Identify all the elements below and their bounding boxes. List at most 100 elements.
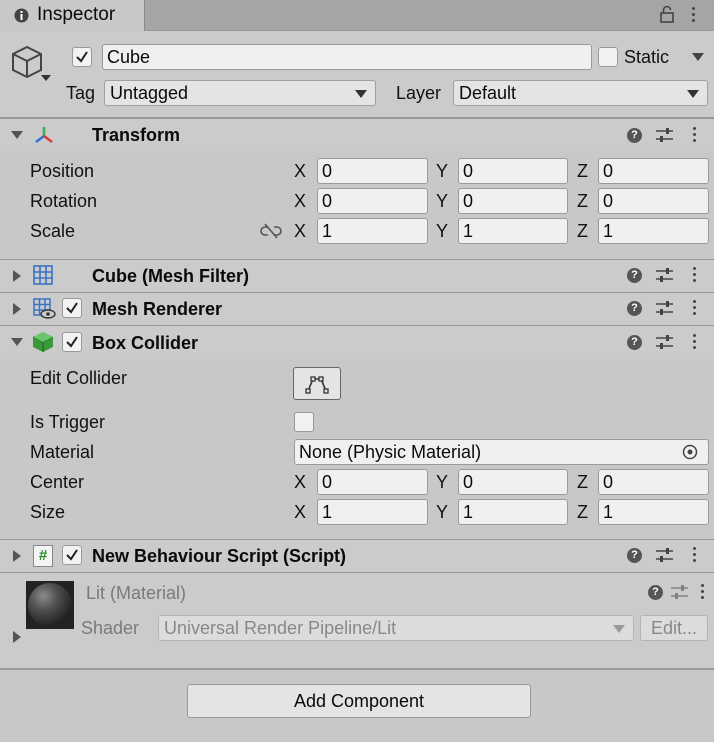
mesh-renderer-header[interactable]: Mesh Renderer ? (0, 292, 714, 325)
foldout-collapsed-icon[interactable] (13, 550, 21, 562)
center-z-field[interactable]: 0 (598, 469, 709, 495)
mesh-filter-header[interactable]: Cube (Mesh Filter) ? (0, 259, 714, 292)
tag-label: Tag (66, 83, 96, 103)
presets-icon[interactable] (656, 267, 673, 283)
axis-y-label: Y (436, 161, 449, 181)
box-collider-icon (32, 331, 54, 353)
axis-z-label: Z (577, 221, 588, 241)
position-label: Position (30, 161, 95, 181)
object-name-field[interactable]: Cube (102, 44, 592, 70)
add-component-button[interactable]: Add Component (187, 684, 531, 718)
presets-icon[interactable] (656, 547, 673, 563)
rotation-x-field[interactable]: 0 (317, 188, 428, 214)
static-checkbox[interactable] (598, 47, 618, 67)
edit-bounds-icon (305, 375, 329, 394)
shader-dropdown[interactable]: Universal Render Pipeline/Lit (158, 615, 634, 641)
static-dropdown-caret-icon[interactable] (692, 53, 704, 61)
physic-material-value: None (Physic Material) (299, 442, 482, 462)
unlink-icon[interactable] (260, 223, 282, 239)
script-header[interactable]: # New Behaviour Script (Script) ? (0, 539, 714, 572)
size-y-field[interactable]: 1 (458, 499, 568, 525)
component-menu-icon[interactable] (693, 300, 697, 316)
physic-material-field[interactable]: None (Physic Material) (294, 439, 709, 465)
transform-title: Transform (92, 125, 181, 145)
axis-x-label: X (294, 472, 307, 492)
help-icon[interactable]: ? (627, 268, 642, 283)
presets-icon[interactable] (656, 334, 673, 350)
tab-inspector[interactable]: Inspector (0, 0, 145, 31)
mesh-filter-grid-icon (33, 265, 53, 285)
help-icon[interactable]: ? (627, 128, 642, 143)
position-x-field[interactable]: 0 (317, 158, 428, 184)
window-menu-icon[interactable] (692, 7, 696, 23)
component-menu-icon[interactable] (693, 334, 697, 350)
tab-bar: Inspector (0, 0, 714, 31)
script-enabled-checkbox[interactable] (62, 545, 82, 565)
script-title: New Behaviour Script (Script) (92, 546, 347, 566)
foldout-expanded-icon[interactable] (11, 338, 23, 346)
active-checkbox[interactable] (72, 47, 92, 67)
mesh-renderer-icon (33, 298, 57, 320)
help-icon[interactable]: ? (627, 301, 642, 316)
lock-icon[interactable] (660, 5, 674, 23)
chevron-down-icon (355, 90, 367, 98)
position-y-field[interactable]: 0 (458, 158, 568, 184)
rotation-z-field[interactable]: 0 (598, 188, 709, 214)
axis-z-label: Z (577, 161, 588, 181)
size-x-field[interactable]: 1 (317, 499, 428, 525)
help-icon[interactable]: ? (627, 548, 642, 563)
mesh-renderer-title: Mesh Renderer (92, 299, 223, 319)
material-preview-sphere (26, 581, 74, 629)
center-y-field[interactable]: 0 (458, 469, 568, 495)
scale-y-field[interactable]: 1 (458, 218, 568, 244)
axis-x-label: X (294, 161, 307, 181)
box-collider-header[interactable]: Box Collider ? (0, 325, 714, 359)
transform-header[interactable]: Transform ? (0, 118, 714, 151)
shader-value: Universal Render Pipeline/Lit (164, 618, 397, 638)
object-picker-icon[interactable] (682, 444, 698, 460)
component-menu-icon[interactable] (693, 547, 697, 563)
chevron-down-icon (687, 90, 699, 98)
tab-title: Inspector (37, 4, 116, 25)
box-collider-enabled-checkbox[interactable] (62, 332, 82, 352)
presets-icon[interactable] (671, 584, 688, 600)
help-icon[interactable]: ? (627, 335, 642, 350)
transform-icon (33, 125, 55, 147)
axis-y-label: Y (436, 191, 449, 211)
component-menu-icon[interactable] (693, 267, 697, 283)
rotation-y-field[interactable]: 0 (458, 188, 568, 214)
static-label: Static (624, 47, 670, 67)
rotation-label: Rotation (30, 191, 98, 211)
center-label: Center (30, 472, 85, 492)
component-menu-icon[interactable] (701, 584, 705, 600)
scale-x-field[interactable]: 1 (317, 218, 428, 244)
axis-y-label: Y (436, 221, 449, 241)
mesh-renderer-enabled-checkbox[interactable] (62, 298, 82, 318)
foldout-collapsed-icon[interactable] (13, 303, 21, 315)
is-trigger-checkbox[interactable] (294, 412, 314, 432)
axis-x-label: X (294, 191, 307, 211)
help-icon[interactable]: ? (648, 585, 663, 600)
script-file-icon: # (33, 545, 53, 567)
chevron-down-icon (613, 625, 625, 633)
is-trigger-label: Is Trigger (30, 412, 106, 432)
foldout-collapsed-icon[interactable] (13, 631, 21, 643)
presets-icon[interactable] (656, 127, 673, 143)
foldout-collapsed-icon[interactable] (13, 270, 21, 282)
center-x-field[interactable]: 0 (317, 469, 428, 495)
layer-dropdown[interactable]: Default (453, 80, 708, 106)
presets-icon[interactable] (656, 300, 673, 316)
axis-y-label: Y (436, 502, 449, 522)
gameobject-icon[interactable] (11, 43, 55, 85)
scale-z-field[interactable]: 1 (598, 218, 709, 244)
size-label: Size (30, 502, 66, 522)
size-z-field[interactable]: 1 (598, 499, 709, 525)
material-label: Material (30, 442, 95, 462)
shader-edit-button[interactable]: Edit... (640, 615, 708, 641)
edit-collider-button[interactable] (293, 367, 341, 400)
axis-y-label: Y (436, 472, 449, 492)
component-menu-icon[interactable] (693, 127, 697, 143)
tag-dropdown[interactable]: Untagged (104, 80, 376, 106)
position-z-field[interactable]: 0 (598, 158, 709, 184)
foldout-expanded-icon[interactable] (11, 131, 23, 139)
